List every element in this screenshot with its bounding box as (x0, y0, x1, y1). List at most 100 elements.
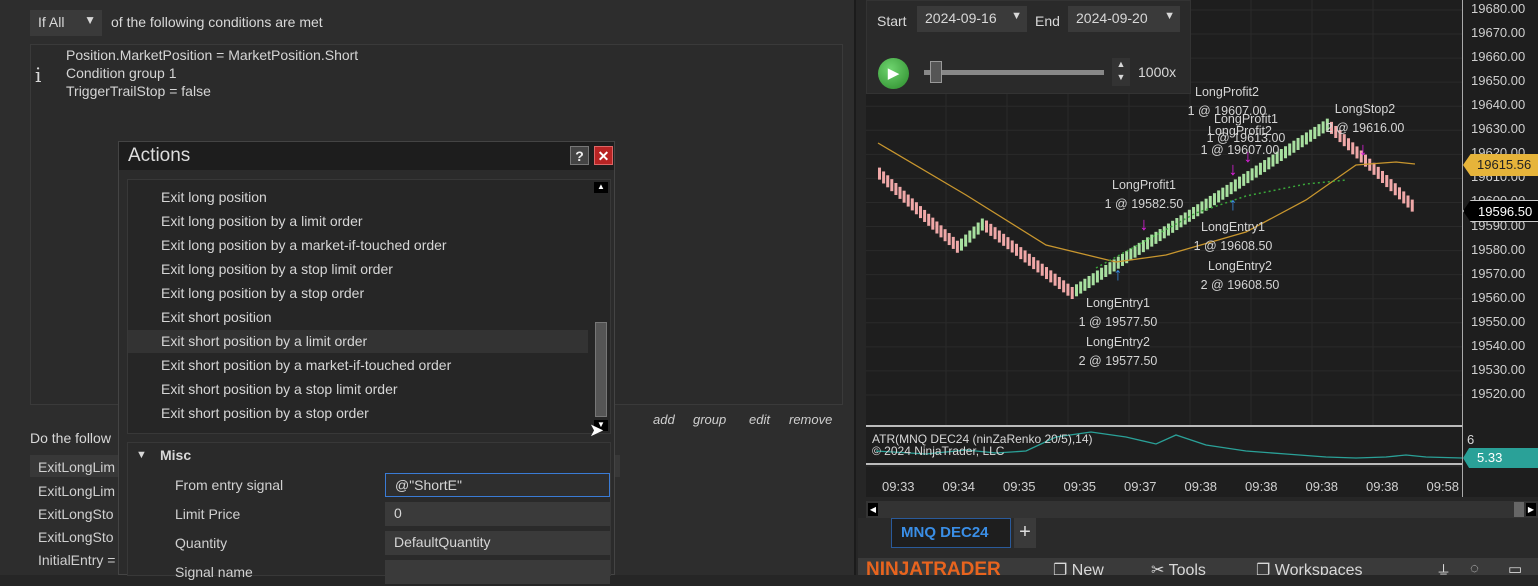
action-list-item[interactable]: Exit short position by a market-if-touch… (128, 354, 588, 377)
misc-section-label: Misc (160, 447, 192, 463)
end-date-select[interactable]: 2024-09-20 ▼ (1068, 6, 1180, 32)
renko-bar-up (1087, 276, 1091, 289)
speed-value: 1000x (1138, 64, 1177, 80)
renko-bar-down (1376, 166, 1380, 179)
renko-bar-down (1057, 277, 1061, 290)
action-list-item[interactable]: Exit long position by a limit order (128, 210, 588, 233)
plug-icon[interactable]: ⏚ (1436, 560, 1451, 575)
property-value-input[interactable]: DefaultQuantity (385, 531, 610, 555)
price-axis[interactable]: 19680.00 19670.00 19660.00 19650.00 19640.00… (1462, 0, 1538, 497)
action-list-item[interactable]: Exit long position by a stop order (128, 282, 588, 305)
renko-bar-up (960, 238, 963, 251)
exit-arrow-icon: ↓ (1359, 139, 1368, 159)
speed-spinner[interactable]: ▲ ▼ (1112, 58, 1130, 86)
wrench-icon: ✂ (1151, 562, 1169, 575)
action-list-item[interactable]: Exit long position (128, 186, 588, 209)
time-axis: 09:33 09:34 09:35 09:35 09:37 09:38 09:38 09:38… (866, 467, 1462, 497)
scroll-thumb[interactable] (1514, 502, 1524, 517)
action-list-item[interactable]: Exit short position (128, 306, 588, 329)
horizontal-scrollbar[interactable]: ◀ ▶ (866, 501, 1538, 518)
new-menu[interactable]: ❐ New (1053, 560, 1104, 575)
renko-bar-up (1150, 234, 1154, 247)
trade-annotation-name: LongProfit2 (1195, 85, 1259, 99)
renko-bar-down (902, 190, 906, 203)
renko-bar-down (993, 227, 997, 240)
help-button[interactable]: ? (570, 146, 589, 165)
add-link[interactable]: add (653, 412, 675, 427)
tools-menu[interactable]: ✂ Tools (1151, 560, 1206, 575)
renko-bar-down (1368, 158, 1372, 171)
property-value-input[interactable]: @"ShortE" (385, 473, 610, 497)
tools-label: Tools (1168, 562, 1206, 575)
action-list-item[interactable]: Exit short position by a limit order (128, 330, 588, 353)
sync-icon[interactable]: ◌ (1470, 560, 1479, 575)
action-list-item[interactable]: Exit short position by a stop limit orde… (128, 378, 588, 401)
property-row: From entry signal @"ShortE" (138, 473, 613, 499)
renko-bar-down (1002, 233, 1006, 246)
property-label: Quantity (175, 535, 228, 551)
renko-bar-up (1212, 193, 1216, 206)
renko-bar-down (1406, 195, 1410, 208)
renko-bar-up (1079, 281, 1083, 294)
renko-bar-down (1066, 283, 1070, 296)
scroll-right-icon[interactable]: ▶ (1526, 503, 1536, 516)
renko-bar-up (1196, 204, 1200, 217)
edit-link[interactable]: edit (749, 412, 770, 427)
property-value-input[interactable]: 0 (385, 502, 610, 526)
control-center-bar: NINJATRADER ❐ New ✂ Tools ❐ Workspaces ⏚… (858, 558, 1538, 575)
property-label: Signal name (175, 564, 253, 580)
renko-bar-down (1381, 170, 1384, 183)
play-button[interactable]: ▶ (878, 58, 909, 89)
new-label: New (1071, 562, 1104, 575)
price-tick: 19660.00 (1471, 49, 1526, 65)
condition-mode-suffix: of the following conditions are met (111, 14, 323, 30)
start-date-select[interactable]: 2024-09-16 ▼ (917, 6, 1027, 32)
renko-bar-up (1104, 264, 1108, 277)
group-link[interactable]: group (693, 412, 726, 427)
scroll-thumb[interactable] (595, 322, 607, 417)
chevron-down-icon: ▼ (1164, 10, 1175, 22)
action-list-item[interactable]: Exit long position by a market-if-touche… (128, 234, 588, 257)
collapse-icon[interactable]: ▼ (136, 449, 147, 461)
close-button[interactable]: ✕ (594, 146, 613, 165)
action-list-item[interactable]: Exit long position by a stop limit order (128, 258, 588, 281)
action-list-item[interactable]: Exit short position by a stop order (128, 402, 588, 425)
renko-bar-up (1292, 140, 1296, 153)
scroll-left-icon[interactable]: ◀ (868, 503, 878, 516)
action-list[interactable]: Exit long position Exit long position by … (127, 179, 611, 434)
remove-link[interactable]: remove (789, 412, 832, 427)
renko-bar-up (1246, 171, 1250, 184)
speed-slider[interactable] (924, 70, 1104, 75)
workspaces-menu[interactable]: ❐ Workspaces (1256, 560, 1363, 575)
copyright-label: © 2024 NinjaTrader, LLC (872, 444, 1005, 458)
action-row[interactable]: InitialEntry = (30, 549, 118, 571)
strategy-builder-panel: If All ▼ of the following conditions are … (0, 0, 856, 584)
window-icon: ❐ (1256, 562, 1275, 575)
condition-mode-select[interactable]: If All ▼ (30, 10, 102, 36)
list-scrollbar[interactable]: ▲ ▼ (592, 180, 610, 433)
renko-bar-down (1032, 257, 1036, 270)
renko-bar-down (1393, 183, 1397, 196)
price-tick: 19580.00 (1471, 241, 1526, 257)
messages-icon[interactable]: ▭ (1508, 560, 1522, 575)
speed-slider-thumb[interactable] (930, 61, 942, 83)
chevron-down-icon: ▼ (84, 13, 96, 27)
atr-indicator-panel[interactable]: ATR(MNQ DEC24 (ninZaRenko 20/5),14) © 20… (866, 425, 1462, 465)
renko-bar-down (997, 230, 1001, 243)
property-grid: ▼ Misc From entry signal @"ShortE" Limit P… (127, 442, 613, 584)
renko-bar-down (1410, 199, 1414, 212)
action-row[interactable]: ExitLongLim (30, 480, 118, 502)
scroll-up-icon[interactable]: ▲ (594, 182, 608, 193)
price-tick: 19630.00 (1471, 121, 1526, 137)
add-tab-button[interactable]: + (1014, 518, 1036, 548)
tab-mnq-dec24[interactable]: MNQ DEC24 (891, 518, 1011, 548)
property-label: From entry signal (175, 477, 284, 493)
property-value-input[interactable] (385, 560, 610, 584)
action-row[interactable]: ExitLongSto (30, 503, 118, 525)
action-row[interactable]: ExitLongSto (30, 526, 118, 548)
renko-bar-up (1300, 135, 1304, 148)
renko-bar-down (882, 171, 886, 184)
action-row[interactable]: ExitLongLim (30, 456, 118, 478)
mouse-cursor-icon: ➤ (589, 420, 605, 440)
renko-bar-up (1095, 270, 1099, 283)
